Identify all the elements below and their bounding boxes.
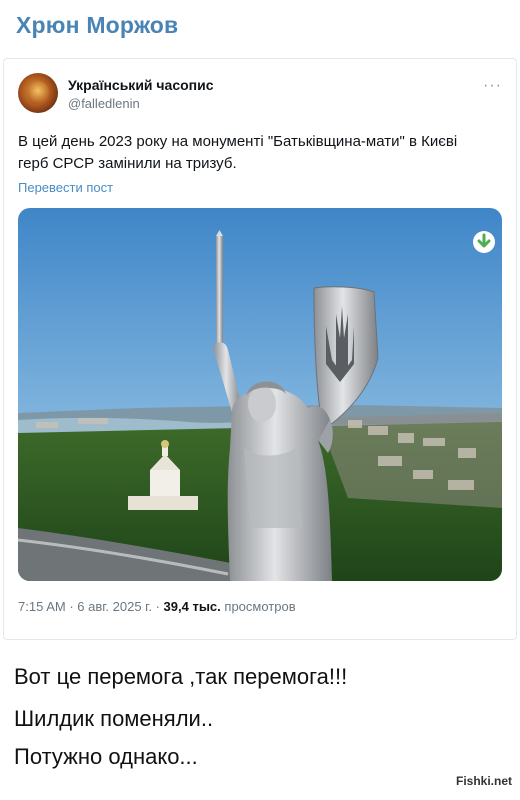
post-date[interactable]: 6 авг. 2025 г. (77, 599, 152, 614)
avatar-image (27, 81, 49, 105)
caption-line-2: Шилдик поменяли.. (14, 706, 214, 731)
translate-post-link[interactable]: Перевести пост (18, 180, 113, 195)
views-label: просмотров (224, 599, 296, 614)
post-card[interactable]: Український часопис @falledlenin ··· В ц… (3, 58, 517, 640)
page-header: Хрюн Моржов (0, 0, 520, 52)
post-time[interactable]: 7:15 AM (18, 599, 66, 614)
more-horizontal-icon[interactable]: ··· (483, 77, 502, 95)
avatar[interactable] (18, 73, 58, 113)
post-text: В цей день 2023 року на монументі "Батьк… (18, 133, 458, 172)
post-meta: 7:15 AM · 6 авг. 2025 г. · 39,4 тыс. про… (18, 599, 296, 614)
author-handle[interactable]: @falledlenin (68, 96, 140, 111)
page-title: Хрюн Моржов (16, 12, 179, 38)
views-count: 39,4 тыс. (163, 599, 221, 614)
author-name[interactable]: Український часопис (68, 77, 214, 93)
post-image[interactable] (18, 208, 502, 581)
monument-photo (18, 208, 502, 581)
caption-line-3: Потужно однако... (14, 744, 198, 769)
watermark: Fishki.net (455, 774, 512, 788)
meta-separator: · (69, 599, 74, 614)
caption-line-1: Вот це перемога ,так перемога!!! (14, 664, 348, 689)
meta-separator: · (155, 599, 160, 614)
